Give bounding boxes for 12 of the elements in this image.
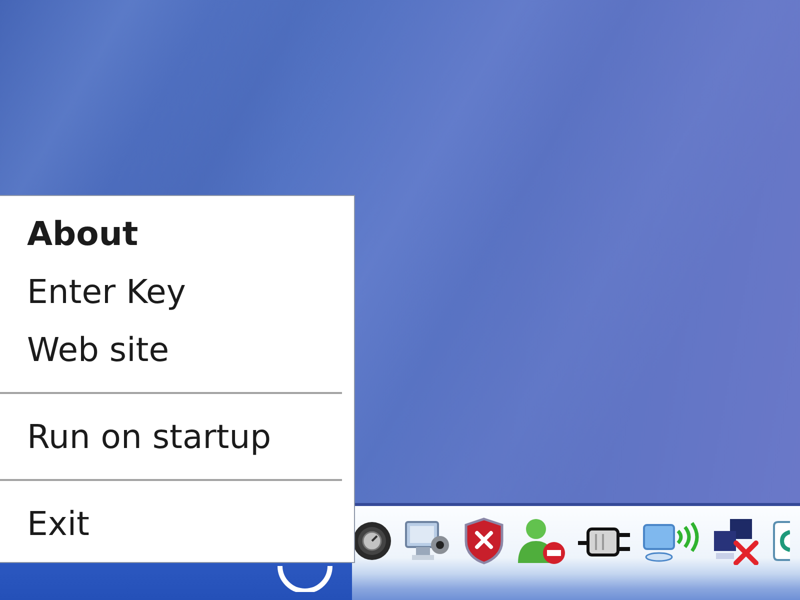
app-tile-icon[interactable] xyxy=(772,520,790,562)
wheel-icon[interactable] xyxy=(352,521,392,561)
menu-item[interactable]: About xyxy=(0,204,354,262)
menu-item[interactable]: Web site xyxy=(0,320,354,378)
ring-icon[interactable] xyxy=(277,566,333,592)
shield-icon[interactable] xyxy=(462,517,506,565)
menu-item[interactable]: Run on startup xyxy=(0,407,354,465)
wireless-computer-icon[interactable] xyxy=(642,519,702,563)
computer-icon[interactable] xyxy=(402,519,452,563)
menu-item[interactable]: Enter Key xyxy=(0,262,354,320)
user-icon[interactable] xyxy=(516,517,566,565)
menu-item[interactable]: Exit xyxy=(0,494,354,552)
